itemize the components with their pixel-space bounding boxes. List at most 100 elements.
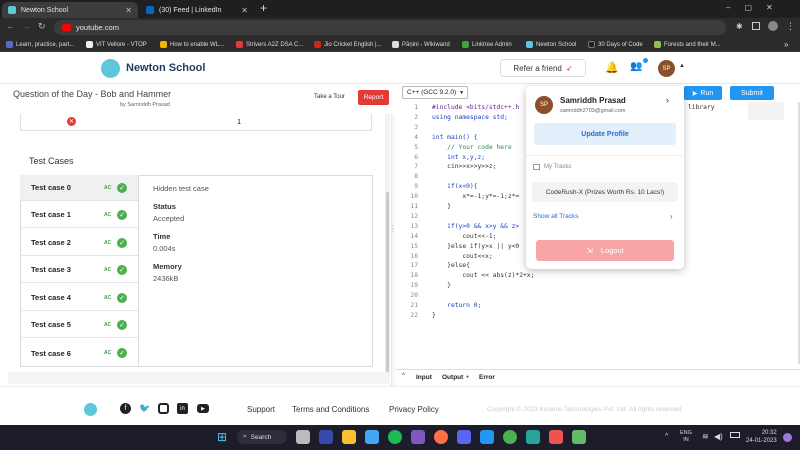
brand-name[interactable]: Newton School xyxy=(126,62,205,74)
language-indicator[interactable]: ENG IN xyxy=(680,430,692,444)
battery-icon[interactable] xyxy=(730,432,740,438)
logout-button[interactable]: ⇲ Logout xyxy=(536,240,674,261)
collapse-caret-icon[interactable]: ^ xyxy=(402,373,405,379)
bookmark-item[interactable]: Jio Cricket English |... xyxy=(314,39,382,50)
code-line[interactable]: int main() { xyxy=(432,134,478,141)
track-item[interactable]: CodeRush-X (Prizes Worth Rs. 10 Lacs!) xyxy=(532,182,678,202)
code-line[interactable]: using namespace std; xyxy=(432,114,508,121)
avatar[interactable]: SP xyxy=(658,60,675,77)
newton-logo-icon[interactable] xyxy=(84,403,97,416)
code-line[interactable]: return 0; xyxy=(432,302,481,309)
taskbar-search[interactable]: ⌕ Search xyxy=(237,430,287,444)
submit-button[interactable]: Submit xyxy=(730,86,774,100)
bookmark-item[interactable]: Newton School xyxy=(526,39,576,50)
bookmark-item[interactable]: How to enable WL... xyxy=(160,39,224,50)
tab-newton-school[interactable]: Newton School ✕ xyxy=(2,2,138,18)
app-icon[interactable] xyxy=(549,430,563,444)
tab-output[interactable]: Output xyxy=(442,374,463,381)
youtube-icon[interactable]: ▶ xyxy=(197,404,209,413)
code-line[interactable]: } xyxy=(432,312,436,319)
chevron-right-icon[interactable]: › xyxy=(666,95,669,105)
more-bookmarks-icon[interactable]: » xyxy=(784,39,788,50)
code-minimap[interactable] xyxy=(748,102,784,120)
code-line[interactable]: cout << abs(z)*2+x; xyxy=(432,272,534,279)
caret-up-icon[interactable]: ▲ xyxy=(679,63,685,69)
extensions-icon[interactable]: ✱ xyxy=(736,22,743,31)
code-line[interactable]: }else{ xyxy=(432,262,470,269)
bookmark-item[interactable]: Strivers A2Z DSA C... xyxy=(236,39,303,50)
close-tab-icon[interactable]: ✕ xyxy=(241,6,248,15)
firefox-icon[interactable] xyxy=(434,430,448,444)
instagram-icon[interactable] xyxy=(158,403,169,414)
test-case-item[interactable]: Test case 1 AC ✓ xyxy=(20,202,138,228)
code-line[interactable]: cout<<-1; xyxy=(432,233,496,240)
url-omnibox[interactable]: youtube.com xyxy=(54,20,726,35)
news-app-icon[interactable] xyxy=(319,430,333,444)
run-button[interactable]: ▶ Run xyxy=(684,86,722,100)
file-explorer-icon[interactable] xyxy=(342,430,356,444)
bookmark-item[interactable]: VIT Vellore - VTOP xyxy=(86,39,147,50)
panel-divider[interactable] xyxy=(391,114,395,386)
volume-icon[interactable]: ◀) xyxy=(714,432,723,441)
telegram-icon[interactable] xyxy=(526,430,540,444)
report-button[interactable]: Report xyxy=(358,90,389,105)
app-icon[interactable] xyxy=(411,430,425,444)
facebook-icon[interactable]: f xyxy=(120,403,131,414)
profile-name[interactable]: Samriddh Prasad xyxy=(560,96,626,105)
profile-icon[interactable] xyxy=(768,21,778,31)
menu-kebab-icon[interactable]: ⋮ xyxy=(786,21,795,32)
forward-icon[interactable]: → xyxy=(22,21,31,31)
store-app-icon[interactable] xyxy=(365,430,379,444)
code-line[interactable]: } xyxy=(432,203,451,210)
wifi-icon[interactable]: ≋ xyxy=(702,432,709,441)
test-case-item[interactable]: Test case 2 AC ✓ xyxy=(20,230,138,256)
code-line[interactable]: #include <bits/stdc++.h xyxy=(432,104,519,111)
bell-icon[interactable]: 🔔 xyxy=(605,61,619,74)
bookmark-item[interactable]: Forests and their M... xyxy=(654,39,721,50)
test-case-item[interactable]: Test case 3 AC ✓ xyxy=(20,257,138,283)
task-view-icon[interactable] xyxy=(296,430,310,444)
code-line[interactable]: } xyxy=(432,282,451,289)
bookmark-item[interactable]: 30 Days of Code xyxy=(588,39,643,50)
window-controls[interactable]: –▢✕ xyxy=(726,3,787,12)
bookmark-item[interactable]: Linktree Admin xyxy=(462,39,512,50)
reload-icon[interactable]: ↻ xyxy=(38,21,46,32)
app-icon[interactable] xyxy=(572,430,586,444)
newton-logo-icon[interactable] xyxy=(101,59,120,78)
bookmark-item[interactable]: Pāṇini - Wikiwand xyxy=(392,39,450,50)
footer-link-terms[interactable]: Terms and Conditions xyxy=(292,405,369,414)
test-case-item[interactable]: Test case 5 AC ✓ xyxy=(20,312,138,338)
horizontal-scrollbar[interactable] xyxy=(8,372,390,384)
code-line[interactable]: cout<<x; xyxy=(432,253,492,260)
refer-friend-button[interactable]: Refer a friend ➶ xyxy=(500,59,586,77)
vscode-icon[interactable] xyxy=(480,430,494,444)
linkedin-icon[interactable]: in xyxy=(177,403,188,414)
chrome-icon[interactable] xyxy=(503,430,517,444)
tray-chevron-icon[interactable]: ^ xyxy=(665,433,668,440)
code-line[interactable]: // Your code here xyxy=(432,144,511,151)
tab-error[interactable]: Error xyxy=(479,374,495,381)
show-all-tracks-link[interactable]: Show all Tracks xyxy=(533,213,579,220)
footer-link-support[interactable]: Support xyxy=(247,405,275,414)
bookmark-item[interactable]: Learn, practice, part... xyxy=(6,39,74,50)
language-select[interactable]: C++ (GCC 9.2.0) ▼ xyxy=(402,86,468,99)
test-case-item[interactable]: Test case 0 AC ✓ xyxy=(20,175,138,201)
new-tab-button[interactable]: + xyxy=(260,1,267,15)
clock[interactable]: 20:32 24-01-2023 xyxy=(746,429,777,445)
code-line[interactable]: int x,y,z; xyxy=(432,154,485,161)
notifications-icon[interactable] xyxy=(783,433,792,442)
footer-link-privacy[interactable]: Privacy Policy xyxy=(389,405,439,414)
windows-start-icon[interactable]: ⊞ xyxy=(217,430,231,444)
tab-linkedin[interactable]: (30) Feed | LinkedIn ✕ xyxy=(140,2,254,18)
tab-input[interactable]: Input xyxy=(416,374,432,381)
code-line[interactable]: if(x<0){ xyxy=(432,183,477,190)
code-line[interactable]: x*=-1;y*=-1;z*= xyxy=(432,193,519,200)
code-line[interactable]: cin>>x>>y>>z; xyxy=(432,163,496,170)
close-tab-icon[interactable]: ✕ xyxy=(125,6,132,15)
test-case-item[interactable]: Test case 4 AC ✓ xyxy=(20,285,138,311)
community-icon[interactable]: 👥 xyxy=(630,61,642,72)
discord-icon[interactable] xyxy=(457,430,471,444)
back-icon[interactable]: ← xyxy=(6,21,15,31)
spotify-icon[interactable] xyxy=(388,430,402,444)
update-profile-button[interactable]: Update Profile xyxy=(534,123,676,145)
